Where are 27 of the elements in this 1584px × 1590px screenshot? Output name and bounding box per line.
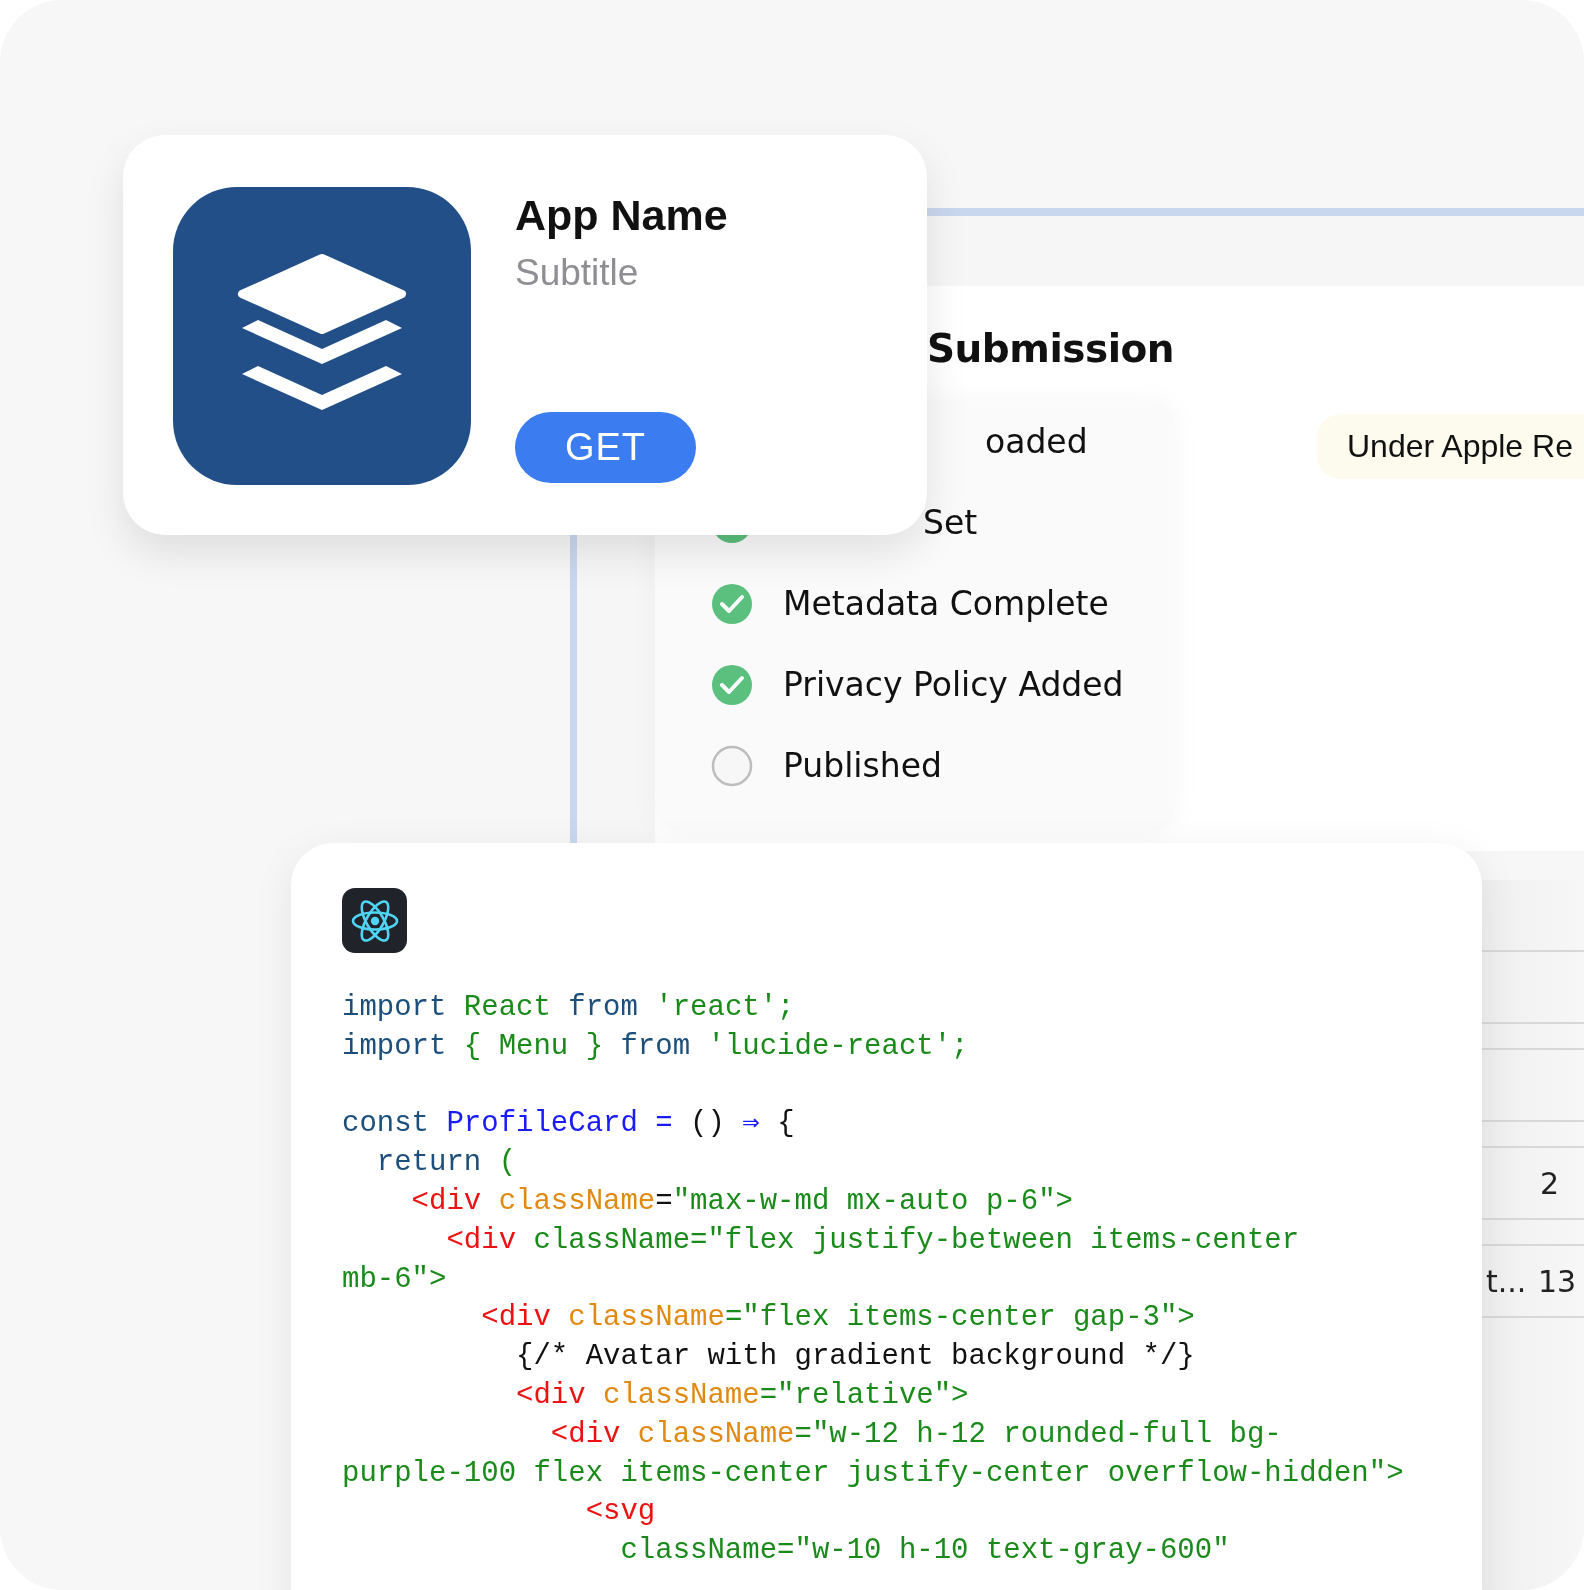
section-title: Submission xyxy=(927,326,1175,371)
code-line: import React from 'react'; xyxy=(342,990,795,1026)
code-line: {/* Avatar with gradient background */} xyxy=(515,1339,1195,1376)
app-name: App Name xyxy=(515,191,728,240)
status-badge: Under Apple Re xyxy=(1317,414,1584,479)
checklist-label: Published xyxy=(783,746,942,785)
code-line: const ProfileCard = () ⇒ { xyxy=(342,1106,795,1143)
table-cell-text: 13 xyxy=(1537,1263,1577,1299)
table-cell-text: t... xyxy=(1485,1263,1528,1299)
code-line: <div className="w-12 h-12 rounded-full bg- xyxy=(549,1416,1282,1453)
code-line: <div className="relative"> xyxy=(515,1377,969,1414)
code-line: purple-100 flex items-center justify-center overflow-hidden"> xyxy=(342,1455,1404,1492)
code-line: <div className="flex items-center gap-3"> xyxy=(480,1300,1195,1337)
checklist-label: oaded xyxy=(985,422,1088,461)
code-line: return ( xyxy=(375,1145,517,1182)
app-subtitle: Subtitle xyxy=(515,252,640,294)
checklist-label: Metadata Complete xyxy=(783,584,1109,623)
code-line: className="w-10 h-10 text-gray-600" xyxy=(619,1533,1230,1570)
checklist-label: Privacy Policy Added xyxy=(783,665,1124,704)
checklist-label: Set xyxy=(923,503,978,542)
get-button[interactable]: GET xyxy=(515,412,696,483)
table-cell-text: 2 xyxy=(1539,1165,1560,1201)
code-line: mb-6"> xyxy=(342,1261,447,1298)
code-line: <svg xyxy=(584,1494,656,1531)
code-line: <div className="max-w-md mx-auto p-6"> xyxy=(410,1184,1073,1220)
code-line: <div className="flex justify-between items-center xyxy=(445,1222,1300,1259)
code-line: import { Menu } from 'lucide-react'; xyxy=(342,1028,969,1065)
